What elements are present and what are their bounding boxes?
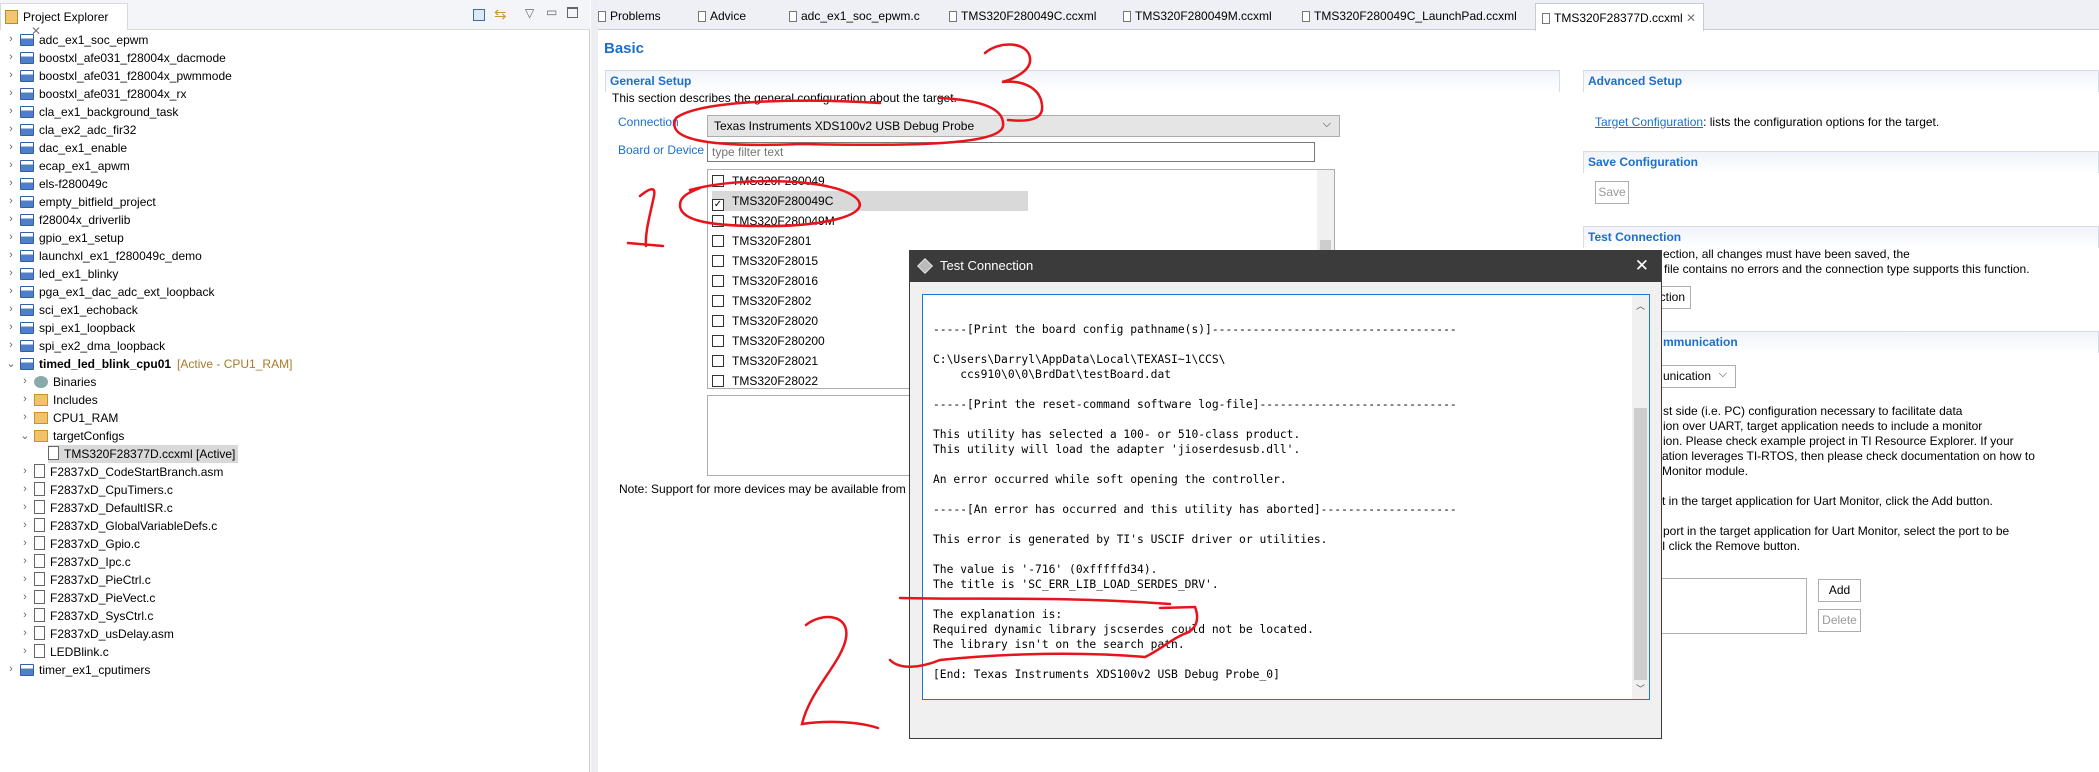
red-annotations bbox=[626, 43, 1199, 730]
annotation-circle-connection bbox=[673, 96, 1005, 147]
annotation-circle-device bbox=[678, 179, 861, 228]
annotation-number-2 bbox=[800, 615, 880, 730]
annotation-number-1 bbox=[626, 188, 665, 248]
annotation-circle-explanation bbox=[888, 596, 1199, 668]
